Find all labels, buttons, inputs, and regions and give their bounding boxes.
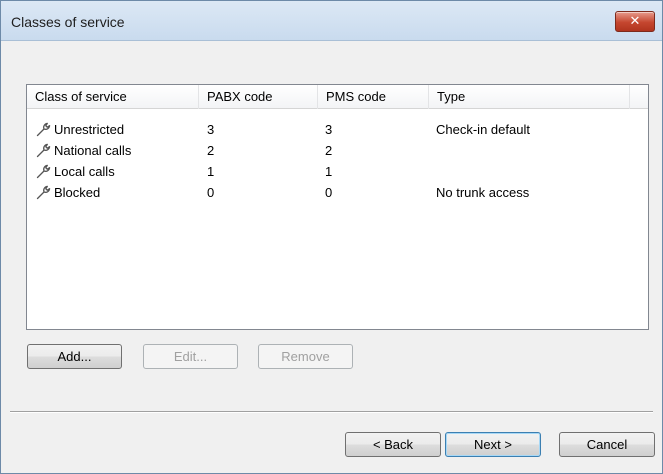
- edit-button[interactable]: Edit...: [143, 344, 238, 369]
- row-name: Unrestricted: [54, 122, 125, 137]
- row-pms-code: 0: [325, 185, 333, 200]
- divider: [10, 411, 653, 413]
- row-name: Blocked: [54, 185, 101, 200]
- remove-button[interactable]: Remove: [258, 344, 353, 369]
- wrench-icon: [36, 185, 51, 200]
- wrench-icon: [36, 143, 51, 158]
- row-name: National calls: [54, 143, 132, 158]
- row-pms-code: 1: [325, 164, 333, 179]
- column-header-pms-code[interactable]: PMS code: [318, 85, 429, 109]
- back-button[interactable]: < Back: [345, 432, 441, 457]
- row-pabx-code: 1: [207, 164, 215, 179]
- cancel-button[interactable]: Cancel: [559, 432, 655, 457]
- next-button[interactable]: Next >: [445, 432, 541, 457]
- row-pabx-code: 3: [207, 122, 215, 137]
- row-pabx-code: 2: [207, 143, 215, 158]
- column-header-type[interactable]: Type: [429, 85, 630, 109]
- wrench-icon: [36, 122, 51, 137]
- title-bar: Classes of service ✕: [1, 1, 662, 41]
- close-button[interactable]: ✕: [615, 11, 655, 32]
- row-pabx-code: 0: [207, 185, 215, 200]
- list-item[interactable]: Blocked 0 0 No trunk access: [27, 183, 648, 202]
- close-icon: ✕: [629, 14, 641, 29]
- class-of-service-list[interactable]: Class of service PABX code PMS code Type…: [26, 84, 649, 330]
- row-pms-code: 3: [325, 122, 333, 137]
- row-name: Local calls: [54, 164, 115, 179]
- column-header-pabx-code[interactable]: PABX code: [199, 85, 318, 109]
- add-button[interactable]: Add...: [27, 344, 122, 369]
- dialog-window: Classes of service ✕ Class of service PA…: [0, 0, 663, 474]
- wrench-icon: [36, 164, 51, 179]
- list-item[interactable]: Unrestricted 3 3 Check-in default: [27, 120, 648, 139]
- column-header-class-of-service[interactable]: Class of service: [27, 85, 199, 109]
- list-item[interactable]: National calls 2 2: [27, 141, 648, 160]
- row-type: Check-in default: [436, 122, 530, 137]
- row-type: No trunk access: [436, 185, 530, 200]
- row-pms-code: 2: [325, 143, 333, 158]
- list-header: Class of service PABX code PMS code Type: [27, 85, 648, 109]
- list-item[interactable]: Local calls 1 1: [27, 162, 648, 181]
- window-title: Classes of service: [11, 14, 125, 30]
